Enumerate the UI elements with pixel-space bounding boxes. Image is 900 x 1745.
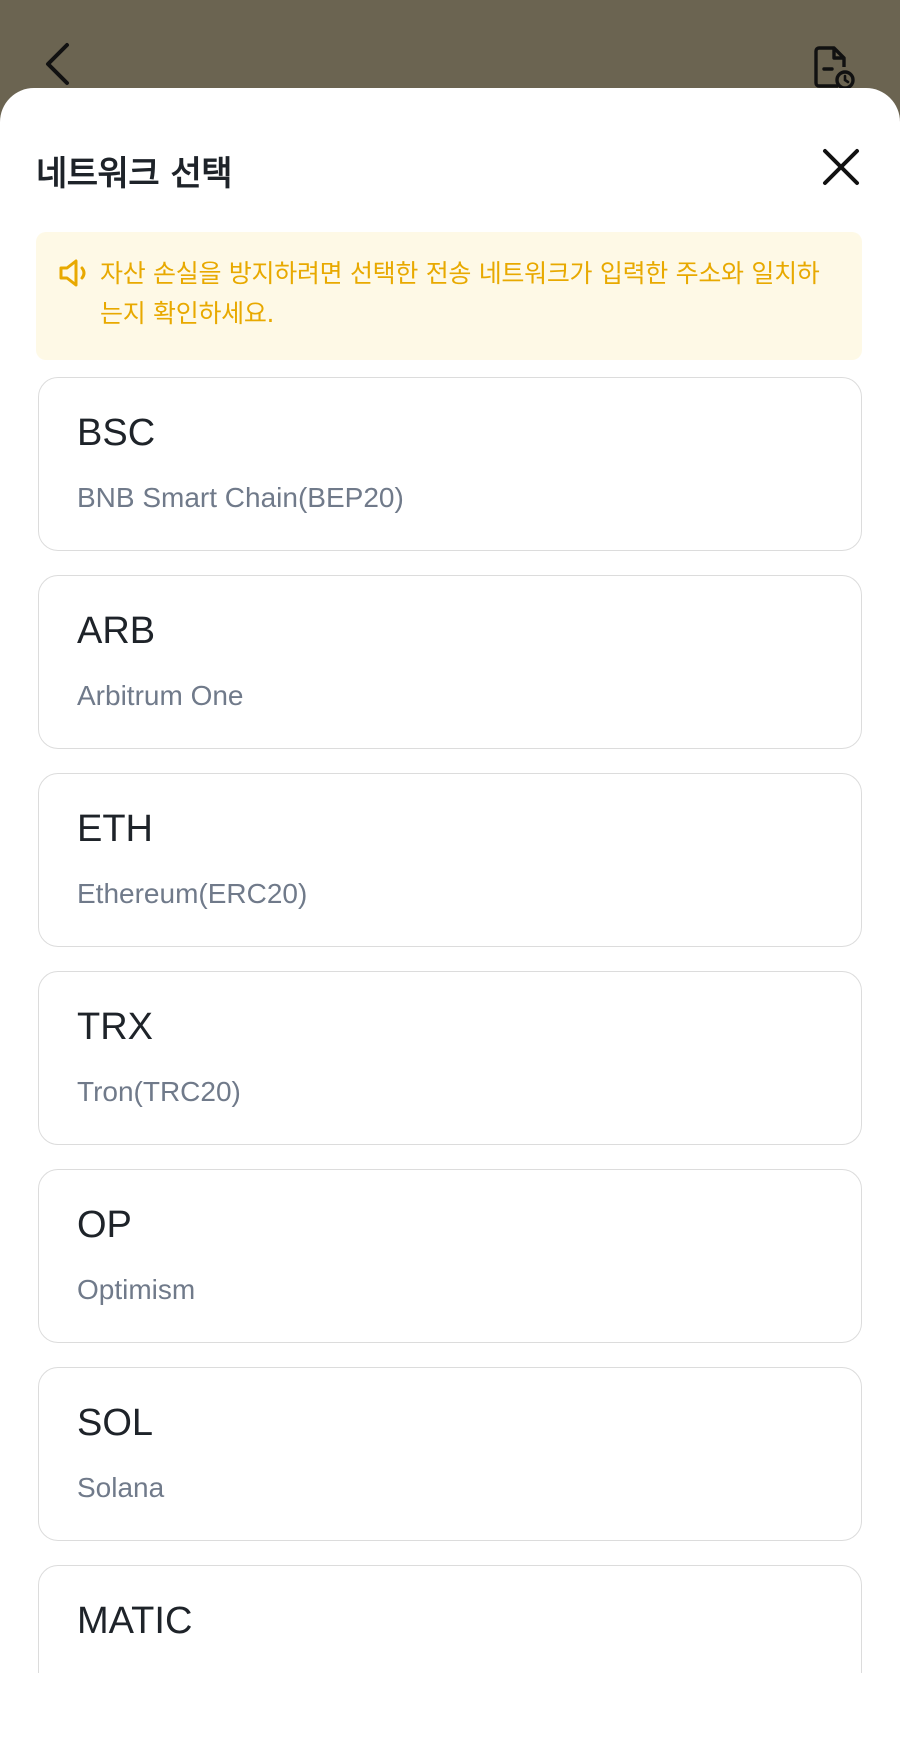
network-code: BSC xyxy=(77,412,156,454)
network-code: MATIC xyxy=(77,1600,193,1642)
network-option-arb[interactable]: ARB Arbitrum One xyxy=(38,575,862,749)
network-code: ARB xyxy=(77,610,156,652)
network-option-eth[interactable]: ETH Ethereum(ERC20) xyxy=(38,773,862,947)
network-full-name: BNB Smart Chain(BEP20) xyxy=(77,482,404,513)
network-full-name: Arbitrum One xyxy=(77,680,244,711)
network-list: BSC BNB Smart Chain(BEP20) ARB Arbitrum One… xyxy=(38,377,862,1745)
network-select-sheet: 네트워크 선택 자산 손실을 방지하려면 선택한 전송 네트워크가 입력한 주소… xyxy=(0,88,900,1745)
speaker-icon xyxy=(59,259,86,287)
network-full-name: Tron(TRC20) xyxy=(77,1076,241,1107)
network-option-sol[interactable]: SOL Solana xyxy=(38,1367,862,1541)
sheet-header: 네트워크 선택 xyxy=(36,136,864,200)
network-option-bsc[interactable]: BSC BNB Smart Chain(BEP20) xyxy=(38,377,862,551)
close-button[interactable] xyxy=(818,144,864,190)
network-option-op[interactable]: OP Optimism xyxy=(38,1169,862,1343)
back-button[interactable] xyxy=(38,42,78,86)
network-full-name: Optimism xyxy=(77,1274,196,1305)
sheet-title: 네트워크 선택 xyxy=(36,154,233,194)
bottom-cover xyxy=(0,1673,900,1745)
network-code: SOL xyxy=(77,1402,154,1444)
close-icon xyxy=(823,149,859,185)
warning-banner: 자산 손실을 방지하려면 선택한 전송 네트워크가 입력한 주소와 일치하는지 … xyxy=(36,232,862,360)
network-code: TRX xyxy=(77,1006,153,1048)
network-code: OP xyxy=(77,1204,132,1246)
history-button[interactable] xyxy=(808,44,858,92)
network-code: ETH xyxy=(77,808,153,850)
network-full-name: Solana xyxy=(77,1472,165,1503)
network-full-name: Ethereum(ERC20) xyxy=(77,878,308,909)
document-clock-icon xyxy=(814,46,855,90)
chevron-left-icon xyxy=(46,43,69,85)
network-option-trx[interactable]: TRX Tron(TRC20) xyxy=(38,971,862,1145)
warning-text: 자산 손실을 방지하려면 선택한 전송 네트워크가 입력한 주소와 일치하는지 … xyxy=(100,259,820,328)
